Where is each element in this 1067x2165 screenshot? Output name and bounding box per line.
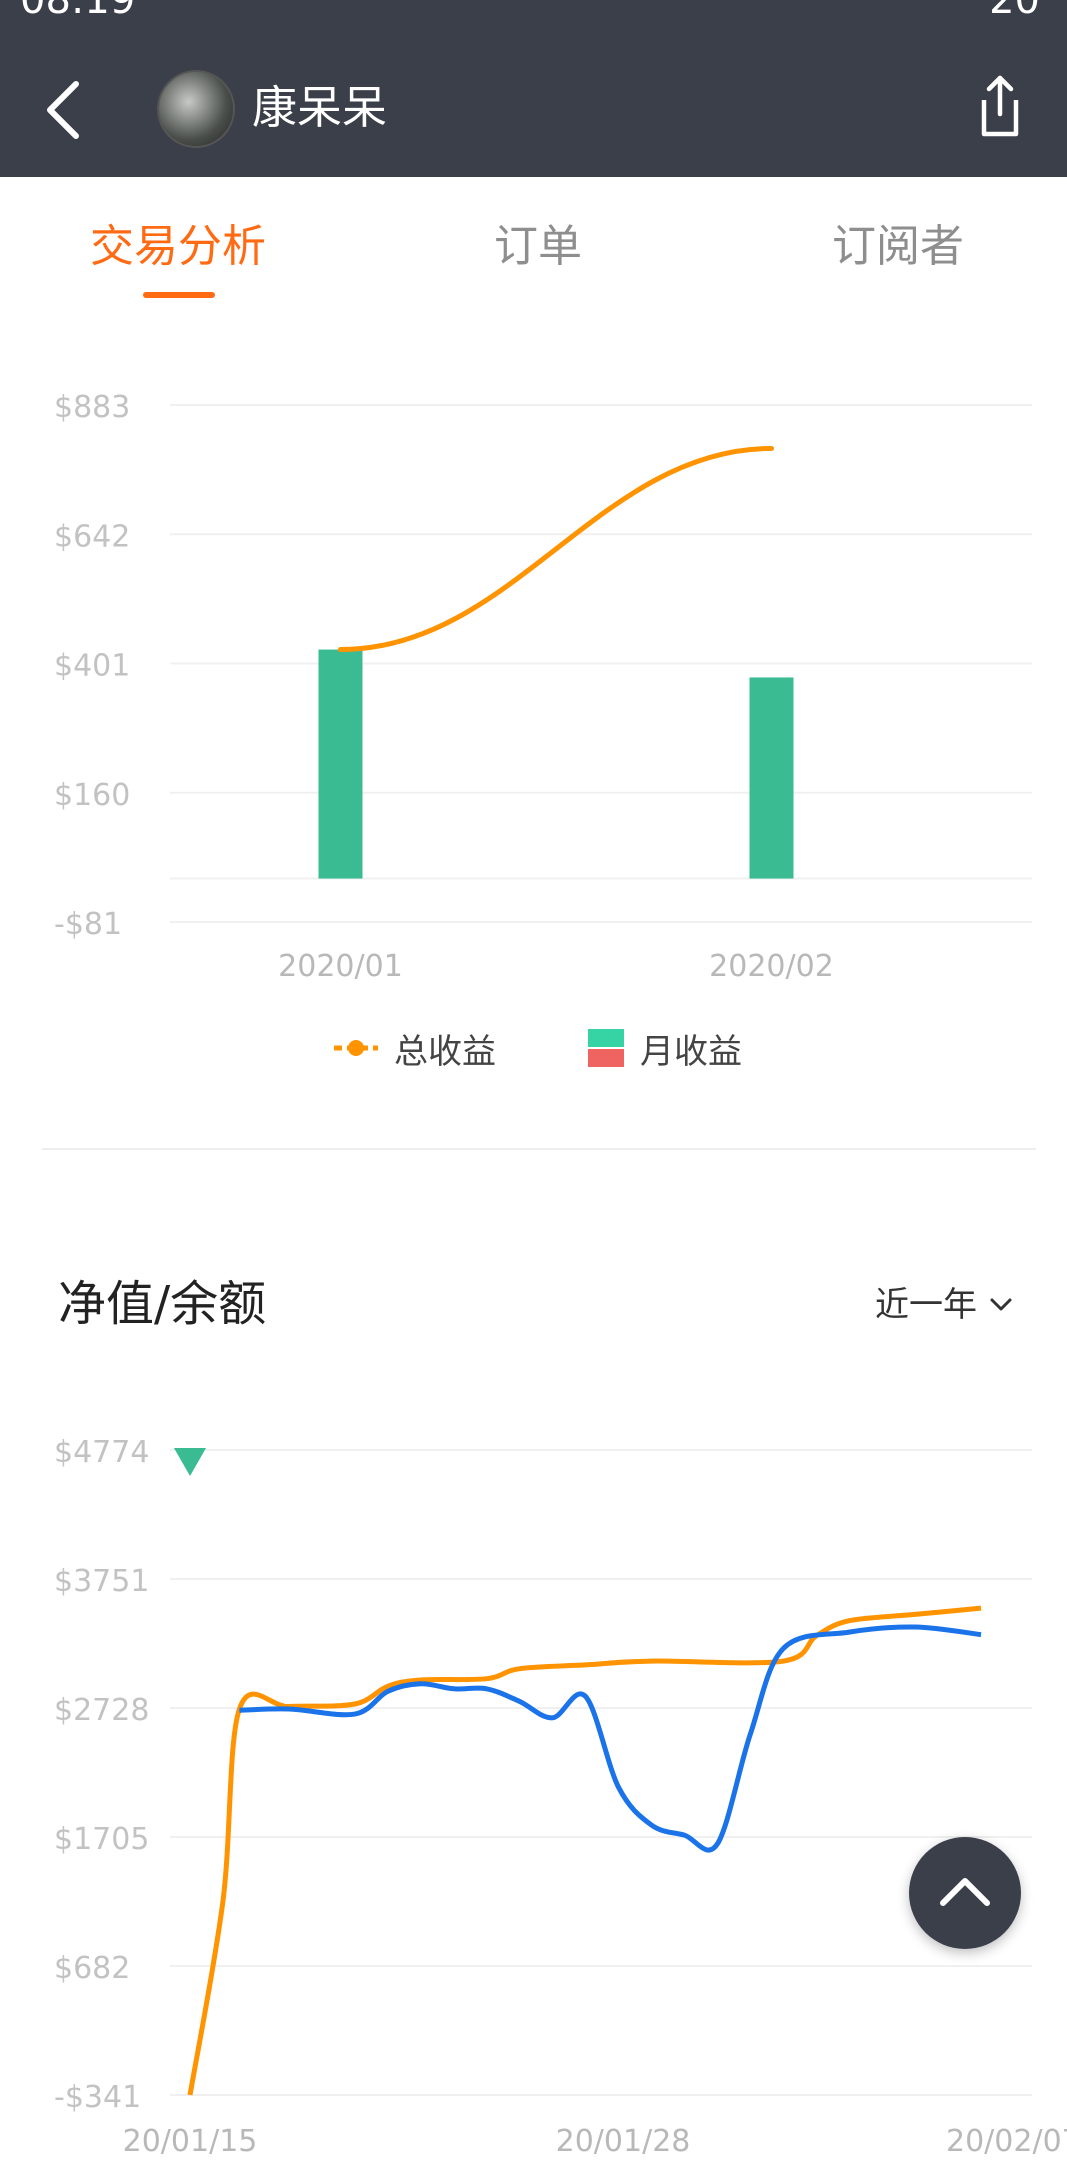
active-tab-indicator	[143, 292, 215, 298]
balance-line	[187, 1605, 982, 2096]
chevron-left-icon	[47, 81, 79, 139]
legend-bar-swatch	[588, 1029, 624, 1067]
y-tick-label: $642	[54, 519, 130, 554]
chevron-down-icon	[990, 1298, 1012, 1311]
y-tick-label: -$81	[54, 907, 122, 942]
legend-total-profit-label: 总收益	[394, 1031, 496, 1072]
range-label: 近一年	[875, 1285, 977, 1325]
legend-monthly-profit-label: 月收益	[640, 1031, 742, 1072]
legend-line-swatch	[334, 1040, 378, 1056]
profit-chart: $883 $642 $401 $160 -$81 2020/01 2020/02	[54, 390, 1032, 984]
range-dropdown[interactable]: 近一年	[875, 1282, 1013, 1328]
tab-orders[interactable]: 订单	[494, 217, 582, 277]
x-tick-label: 2020/02	[709, 949, 834, 984]
tab-trade-analysis[interactable]: 交易分析	[90, 217, 266, 277]
y-tick-label: $2728	[54, 1693, 149, 1728]
y-tick-label: -$341	[54, 2080, 141, 2115]
x-tick-label: 20/02/07	[946, 2124, 1067, 2159]
scroll-top-button[interactable]	[909, 1837, 1021, 1949]
tab-subscribers[interactable]: 订阅者	[832, 217, 964, 277]
section-title: 净值/余额	[58, 1276, 267, 1332]
y-tick-label: $883	[54, 390, 130, 425]
y-tick-label: $160	[54, 778, 130, 813]
status-time: 08:19	[20, 0, 135, 14]
username: 康呆呆	[252, 81, 388, 134]
chevron-up-icon	[940, 1878, 990, 1906]
marker-triangle-icon	[174, 1448, 206, 1476]
x-tick-label: 2020/01	[278, 949, 403, 984]
x-tick-label: 20/01/28	[556, 2124, 691, 2159]
share-button[interactable]	[968, 70, 1028, 140]
monthly-profit-bar[interactable]	[749, 677, 794, 879]
y-tick-label: $4774	[54, 1435, 149, 1470]
battery-indicator: 20	[989, 0, 1040, 14]
y-tick-label: $682	[54, 1951, 130, 1986]
x-tick-label: 20/01/15	[123, 2124, 258, 2159]
status-bar: 08:19 20	[20, 0, 1060, 14]
share-icon	[981, 75, 1019, 137]
top-bar: 08:19 20 康呆呆	[0, 0, 1067, 177]
section-divider	[42, 1148, 1036, 1150]
monthly-profit-bar[interactable]	[318, 649, 363, 879]
legend-monthly-profit[interactable]: 月收益	[588, 1022, 742, 1074]
total-profit-line	[338, 445, 774, 653]
y-tick-label: $3751	[54, 1564, 149, 1599]
legend-total-profit[interactable]: 总收益	[332, 1022, 496, 1074]
avatar[interactable]	[157, 70, 235, 148]
tab-bar: 交易分析 订单 订阅者	[0, 177, 1067, 317]
equity-balance-chart: $4774 $3751 $2728 $1705 $682 -$341 20/01/15 20…	[54, 1435, 1067, 2159]
back-button[interactable]	[36, 70, 96, 150]
y-tick-label: $401	[54, 649, 130, 684]
y-tick-label: $1705	[54, 1822, 149, 1857]
equity-line	[239, 1624, 982, 1853]
